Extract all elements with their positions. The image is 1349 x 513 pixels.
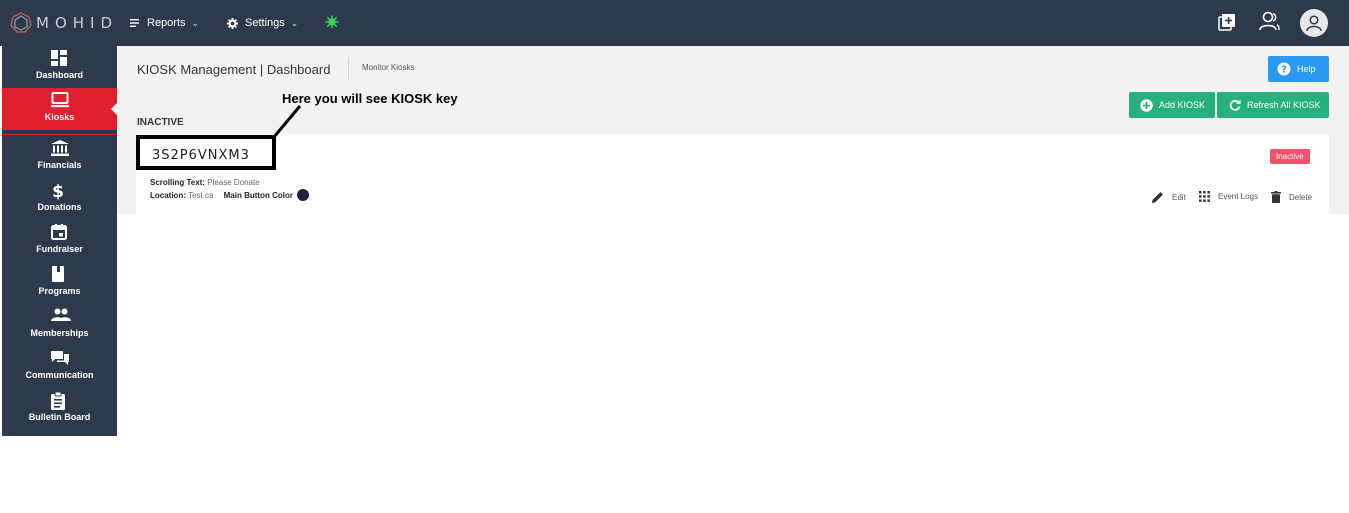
virus-icon bbox=[325, 15, 339, 29]
main-button-color-label: Main Button Color bbox=[223, 191, 293, 201]
breadcrumb[interactable]: Monitor Kiosks bbox=[362, 63, 414, 72]
calendar-icon bbox=[51, 224, 67, 240]
reports-menu[interactable]: Reports ⌄ bbox=[130, 14, 199, 32]
chat-icon bbox=[51, 351, 69, 365]
sidebar-item-kiosks[interactable]: Kiosks bbox=[2, 88, 118, 130]
scrolling-text-value: Please Donate bbox=[207, 178, 260, 187]
sidebar-item-label: Donations bbox=[37, 202, 82, 212]
sidebar-item-fundraiser[interactable]: Fundraiser bbox=[2, 220, 117, 262]
clipboard-icon bbox=[51, 392, 65, 410]
sidebar-item-bulletin-board[interactable]: Bulletin Board bbox=[2, 388, 117, 430]
refresh-all-kiosk-label: Refresh All KIOSK bbox=[1247, 100, 1321, 110]
settings-menu[interactable]: Settings ⌄ bbox=[227, 14, 298, 32]
event-logs-label: Event Logs bbox=[1218, 192, 1259, 201]
logo-text: MOHID bbox=[36, 14, 119, 32]
sidebar-item-label: Fundraiser bbox=[36, 244, 83, 254]
main-button-color-swatch bbox=[297, 189, 310, 201]
chevron-down-icon: ⌄ bbox=[191, 17, 200, 28]
location-label: Location: bbox=[150, 191, 186, 201]
title-divider bbox=[348, 58, 349, 80]
annotation-pointer-line bbox=[272, 105, 302, 138]
kiosk-card: 3S2P6VNXM3 Inactive Scrolling Text: Plea… bbox=[136, 134, 1329, 214]
delete-label: Delete bbox=[1289, 192, 1313, 202]
sidebar: Dashboard Kiosks Financials $ Donations … bbox=[2, 46, 118, 436]
event-logs-button[interactable]: Event Logs bbox=[1199, 191, 1258, 202]
scrolling-text-label: Scrolling Text: bbox=[150, 178, 205, 187]
sidebar-item-label: Memberships bbox=[30, 328, 89, 338]
annotation-highlight-box bbox=[136, 135, 276, 170]
location-value: Test ca bbox=[188, 191, 214, 201]
logo[interactable]: MOHID bbox=[10, 11, 118, 35]
refresh-all-kiosk-button[interactable]: Refresh All KIOSK bbox=[1217, 92, 1329, 118]
avatar[interactable] bbox=[1300, 9, 1328, 37]
sidebar-item-label: Programs bbox=[38, 286, 81, 296]
sidebar-item-label: Bulletin Board bbox=[28, 412, 91, 422]
sidebar-item-financials[interactable]: Financials bbox=[2, 136, 117, 178]
status-badge: Inactive bbox=[1270, 149, 1310, 164]
add-tab-button[interactable] bbox=[1218, 11, 1240, 33]
grid-icon bbox=[1199, 191, 1210, 202]
chevron-down-icon: ⌄ bbox=[290, 17, 299, 28]
top-bar: MOHID Reports ⌄ Settings ⌄ bbox=[0, 0, 1349, 46]
sidebar-item-label: Dashboard bbox=[35, 70, 83, 80]
plus-circle-icon bbox=[1140, 98, 1153, 112]
help-icon: ? bbox=[1277, 62, 1291, 76]
menu-lines-icon bbox=[130, 19, 139, 27]
edit-label: Edit bbox=[1172, 192, 1186, 202]
svg-text:$: $ bbox=[52, 182, 64, 200]
sidebar-item-communication[interactable]: Communication bbox=[2, 346, 117, 388]
bank-icon bbox=[51, 140, 69, 156]
dollar-icon: $ bbox=[52, 182, 64, 200]
users-button[interactable] bbox=[1258, 11, 1280, 33]
pencil-icon bbox=[1152, 192, 1163, 203]
settings-menu-label: Settings bbox=[245, 17, 285, 29]
section-heading-inactive: INACTIVE bbox=[137, 117, 184, 128]
help-button-label: Help bbox=[1297, 64, 1316, 74]
svg-text:?: ? bbox=[1281, 65, 1287, 76]
sidebar-item-label: Communication bbox=[25, 370, 94, 380]
book-icon bbox=[52, 266, 64, 282]
sidebar-item-programs[interactable]: Programs bbox=[2, 262, 117, 304]
refresh-icon bbox=[1229, 99, 1241, 111]
virus-icon-button[interactable] bbox=[325, 15, 339, 34]
annotation-text: Here you will see KIOSK key bbox=[282, 91, 458, 106]
sidebar-item-dashboard[interactable]: Dashboard bbox=[2, 46, 117, 88]
library-add-icon bbox=[1218, 14, 1235, 31]
add-kiosk-button[interactable]: Add KIOSK bbox=[1129, 92, 1215, 118]
sidebar-item-donations[interactable]: $ Donations bbox=[2, 178, 117, 220]
sidebar-item-label: Financials bbox=[37, 160, 82, 170]
delete-button[interactable]: Delete bbox=[1271, 191, 1312, 203]
gear-icon bbox=[227, 17, 238, 29]
page-title: KIOSK Management | Dashboard bbox=[137, 62, 331, 77]
laptop-icon bbox=[51, 92, 69, 108]
dashboard-icon bbox=[51, 50, 67, 66]
location-row: Location: Test ca Main Button Color bbox=[150, 189, 310, 201]
sidebar-item-label: Kiosks bbox=[44, 112, 75, 122]
scrolling-text-row: Scrolling Text: Please Donate bbox=[150, 178, 260, 187]
sidebar-item-memberships[interactable]: Memberships bbox=[2, 304, 117, 346]
users-icon bbox=[1259, 11, 1280, 31]
reports-menu-label: Reports bbox=[147, 17, 186, 29]
add-kiosk-label: Add KIOSK bbox=[1159, 100, 1206, 110]
help-button[interactable]: ? Help bbox=[1268, 56, 1329, 82]
edit-button[interactable]: Edit bbox=[1152, 191, 1186, 203]
user-icon bbox=[1306, 15, 1322, 32]
people-icon bbox=[51, 308, 71, 321]
trash-icon bbox=[1271, 191, 1281, 203]
active-divider bbox=[2, 134, 117, 135]
logo-icon bbox=[10, 12, 32, 33]
